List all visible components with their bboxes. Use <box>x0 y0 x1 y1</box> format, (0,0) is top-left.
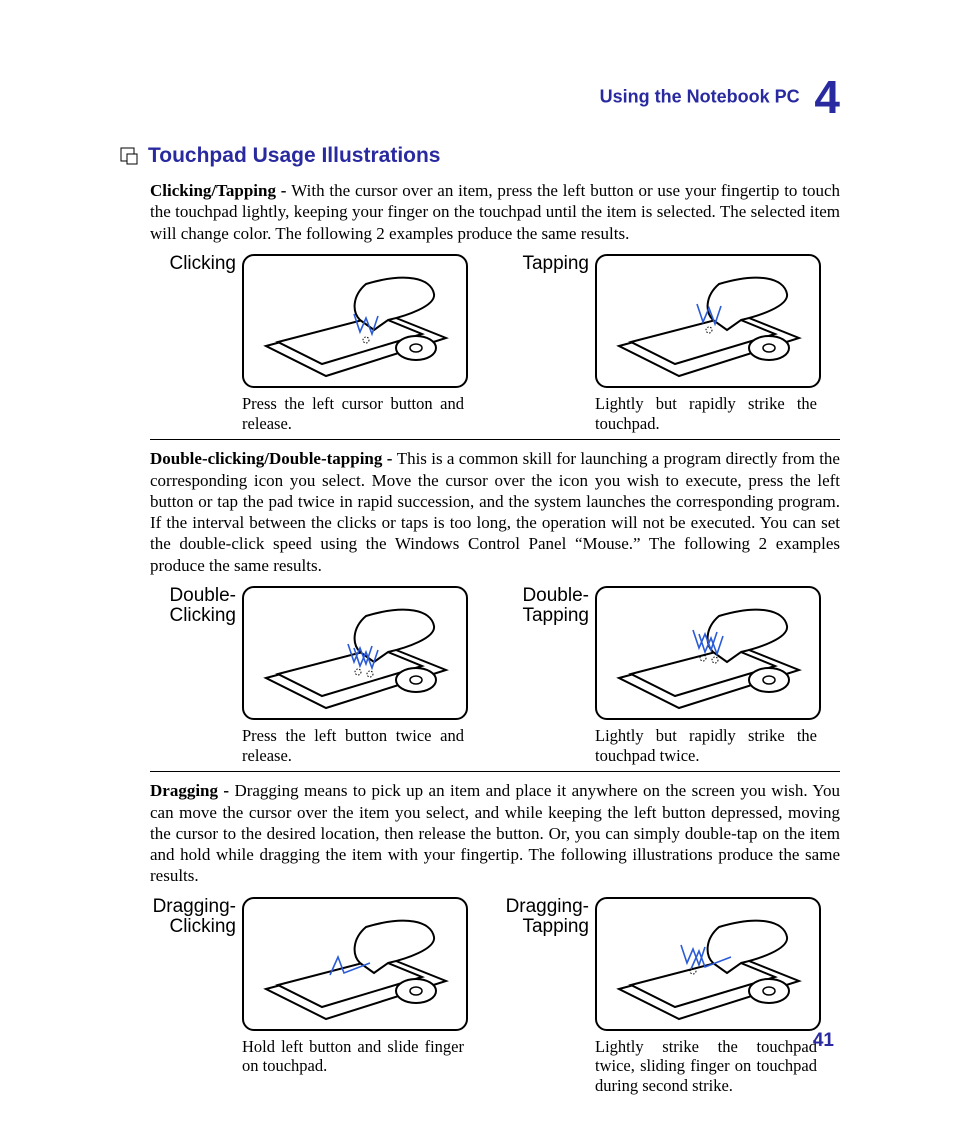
caption-double-tapping: Lightly but rapidly strike the touchpad … <box>595 726 817 766</box>
label-dragging-tapping: Dragging-Tapping <box>503 897 595 937</box>
para-dragging: Dragging - Dragging means to pick up an … <box>150 780 840 886</box>
label-double-clicking: Double-Clicking <box>150 586 242 626</box>
para-click: Clicking/Tapping - With the cursor over … <box>150 180 840 244</box>
caption-dragging-tapping: Lightly strike the touchpad twice, slidi… <box>595 1037 817 1096</box>
chapter-label: Using the Notebook PC <box>600 87 800 107</box>
label-double-tapping: Double-Tapping <box>503 586 595 626</box>
figure-double-tapping <box>595 586 821 720</box>
label-clicking: Clicking <box>150 254 242 274</box>
figure-dragging-tapping <box>595 897 821 1031</box>
figure-clicking <box>242 254 468 388</box>
caption-tapping: Lightly but rapidly strike the touchpad. <box>595 394 817 434</box>
label-dragging-clicking: Dragging-Clicking <box>150 897 242 937</box>
section-title: Touchpad Usage Illustrations <box>148 144 440 168</box>
figure-tapping <box>595 254 821 388</box>
label-tapping: Tapping <box>503 254 595 274</box>
figure-double-clicking <box>242 586 468 720</box>
section-bullet-icon <box>120 147 138 165</box>
para-doubleclick: Double-clicking/Double-tapping - This is… <box>150 448 840 576</box>
chapter-number: 4 <box>804 71 840 123</box>
divider <box>150 771 840 772</box>
caption-clicking: Press the left cursor button and release… <box>242 394 464 434</box>
page-number: 41 <box>813 1030 834 1052</box>
figure-dragging-clicking <box>242 897 468 1031</box>
divider <box>150 439 840 440</box>
running-header: Using the Notebook PC 4 <box>120 70 840 124</box>
caption-dragging-clicking: Hold left button and slide finger on tou… <box>242 1037 464 1077</box>
caption-double-clicking: Press the left button twice and release. <box>242 726 464 766</box>
